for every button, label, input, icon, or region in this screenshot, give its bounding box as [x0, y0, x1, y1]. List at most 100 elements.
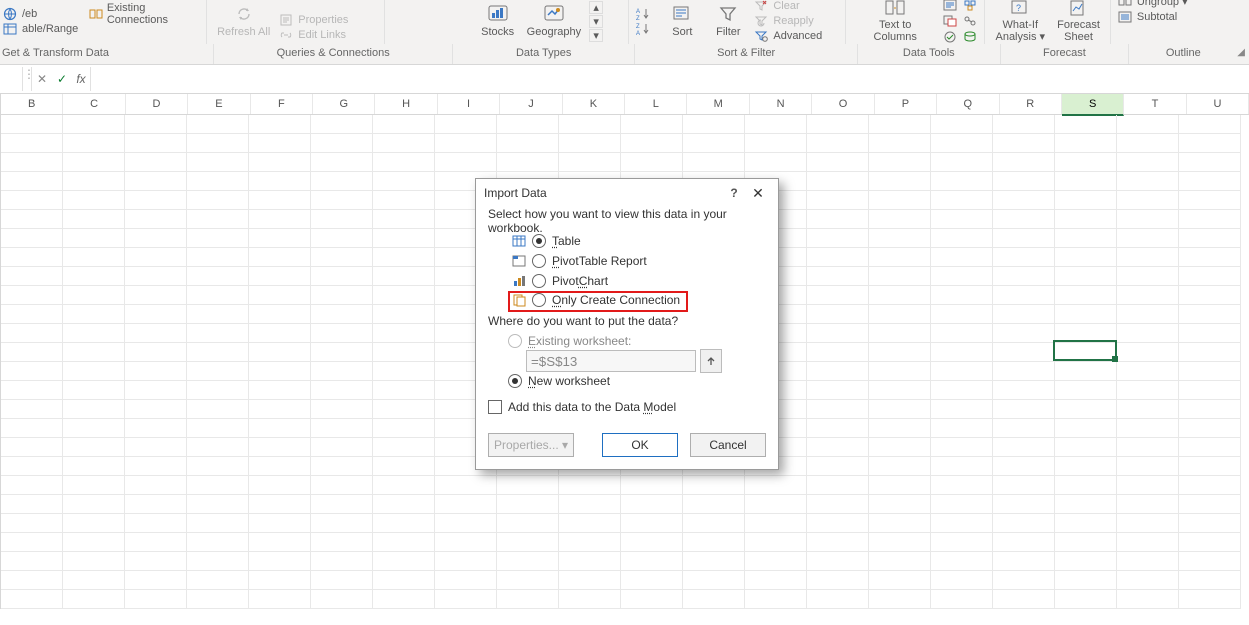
cell[interactable]	[1179, 571, 1241, 590]
cell[interactable]	[373, 438, 435, 457]
text-to-columns-button[interactable]: Text to Columns	[852, 0, 938, 42]
cell[interactable]	[249, 191, 311, 210]
column-header-R[interactable]: R	[1000, 94, 1062, 114]
cell[interactable]	[869, 476, 931, 495]
cell[interactable]	[311, 533, 373, 552]
cell[interactable]	[1, 134, 63, 153]
cell[interactable]	[63, 286, 125, 305]
cell[interactable]	[1117, 381, 1179, 400]
cancel-button[interactable]: Cancel	[690, 433, 766, 457]
cell[interactable]	[993, 400, 1055, 419]
cell[interactable]	[311, 248, 373, 267]
cell[interactable]	[1055, 210, 1117, 229]
cell[interactable]	[869, 495, 931, 514]
cell[interactable]	[807, 590, 869, 609]
cell[interactable]	[931, 533, 993, 552]
cell[interactable]	[63, 476, 125, 495]
cell[interactable]	[807, 533, 869, 552]
cell[interactable]	[1117, 267, 1179, 286]
cell[interactable]	[125, 495, 187, 514]
cell[interactable]	[373, 552, 435, 571]
cell[interactable]	[1055, 172, 1117, 191]
cell[interactable]	[63, 571, 125, 590]
cell[interactable]	[869, 457, 931, 476]
cell[interactable]	[1117, 305, 1179, 324]
cell[interactable]	[931, 210, 993, 229]
clear-filter-button[interactable]: Clear	[753, 0, 822, 13]
cell[interactable]	[1, 210, 63, 229]
cell[interactable]	[1, 267, 63, 286]
cell[interactable]	[249, 248, 311, 267]
cell[interactable]	[497, 153, 559, 172]
cell[interactable]	[807, 457, 869, 476]
cell[interactable]	[807, 210, 869, 229]
cell[interactable]	[187, 514, 249, 533]
cell[interactable]	[311, 419, 373, 438]
cell[interactable]	[311, 172, 373, 191]
cell[interactable]	[807, 153, 869, 172]
cell[interactable]	[1, 362, 63, 381]
cell[interactable]	[869, 552, 931, 571]
cell[interactable]	[869, 533, 931, 552]
cell[interactable]	[311, 495, 373, 514]
cell[interactable]	[869, 514, 931, 533]
cell[interactable]	[993, 305, 1055, 324]
data-types-gallery-down[interactable]: ▾	[589, 15, 603, 28]
pivotchart-radio-label[interactable]: PivotChart	[552, 274, 608, 288]
cell[interactable]	[249, 324, 311, 343]
cell[interactable]	[1055, 248, 1117, 267]
column-header-F[interactable]: F	[251, 94, 313, 114]
cell[interactable]	[187, 495, 249, 514]
cell[interactable]	[125, 457, 187, 476]
cell[interactable]	[373, 476, 435, 495]
cell[interactable]	[1, 514, 63, 533]
cell[interactable]	[187, 248, 249, 267]
cell[interactable]	[621, 514, 683, 533]
cell[interactable]	[187, 267, 249, 286]
geography-button[interactable]: Geography	[523, 0, 585, 42]
cell[interactable]	[931, 381, 993, 400]
cell[interactable]	[1179, 172, 1241, 191]
from-web[interactable]: /eb	[2, 7, 78, 21]
cell[interactable]	[63, 210, 125, 229]
cell[interactable]	[435, 115, 497, 134]
cell[interactable]	[931, 552, 993, 571]
cell[interactable]	[125, 305, 187, 324]
cell[interactable]	[187, 324, 249, 343]
cell[interactable]	[311, 438, 373, 457]
cell[interactable]	[621, 115, 683, 134]
cell[interactable]	[931, 153, 993, 172]
cell[interactable]	[1055, 362, 1117, 381]
column-header-P[interactable]: P	[875, 94, 937, 114]
cell[interactable]	[187, 210, 249, 229]
cell[interactable]	[621, 590, 683, 609]
cell[interactable]	[869, 571, 931, 590]
cell[interactable]	[1, 438, 63, 457]
cell[interactable]	[807, 571, 869, 590]
cell[interactable]	[1, 457, 63, 476]
cell[interactable]	[1117, 134, 1179, 153]
cell[interactable]	[931, 438, 993, 457]
cell[interactable]	[373, 172, 435, 191]
cell[interactable]	[993, 191, 1055, 210]
cell[interactable]	[187, 305, 249, 324]
existing-connections[interactable]: Existing Connections	[88, 7, 200, 21]
filter-button[interactable]: Filter	[707, 0, 749, 42]
cell[interactable]	[311, 305, 373, 324]
only-connection-radio[interactable]	[532, 293, 546, 307]
cell[interactable]	[63, 552, 125, 571]
cell[interactable]	[869, 419, 931, 438]
cell[interactable]	[435, 552, 497, 571]
cell[interactable]	[497, 552, 559, 571]
cell[interactable]	[993, 533, 1055, 552]
cell[interactable]	[931, 229, 993, 248]
table-radio[interactable]	[532, 234, 546, 248]
cell[interactable]	[1179, 552, 1241, 571]
pivottable-radio[interactable]	[532, 254, 546, 268]
cell[interactable]	[1179, 229, 1241, 248]
cell[interactable]	[373, 267, 435, 286]
cell[interactable]	[1179, 343, 1241, 362]
cell[interactable]	[125, 286, 187, 305]
cell[interactable]	[63, 381, 125, 400]
cell[interactable]	[807, 381, 869, 400]
